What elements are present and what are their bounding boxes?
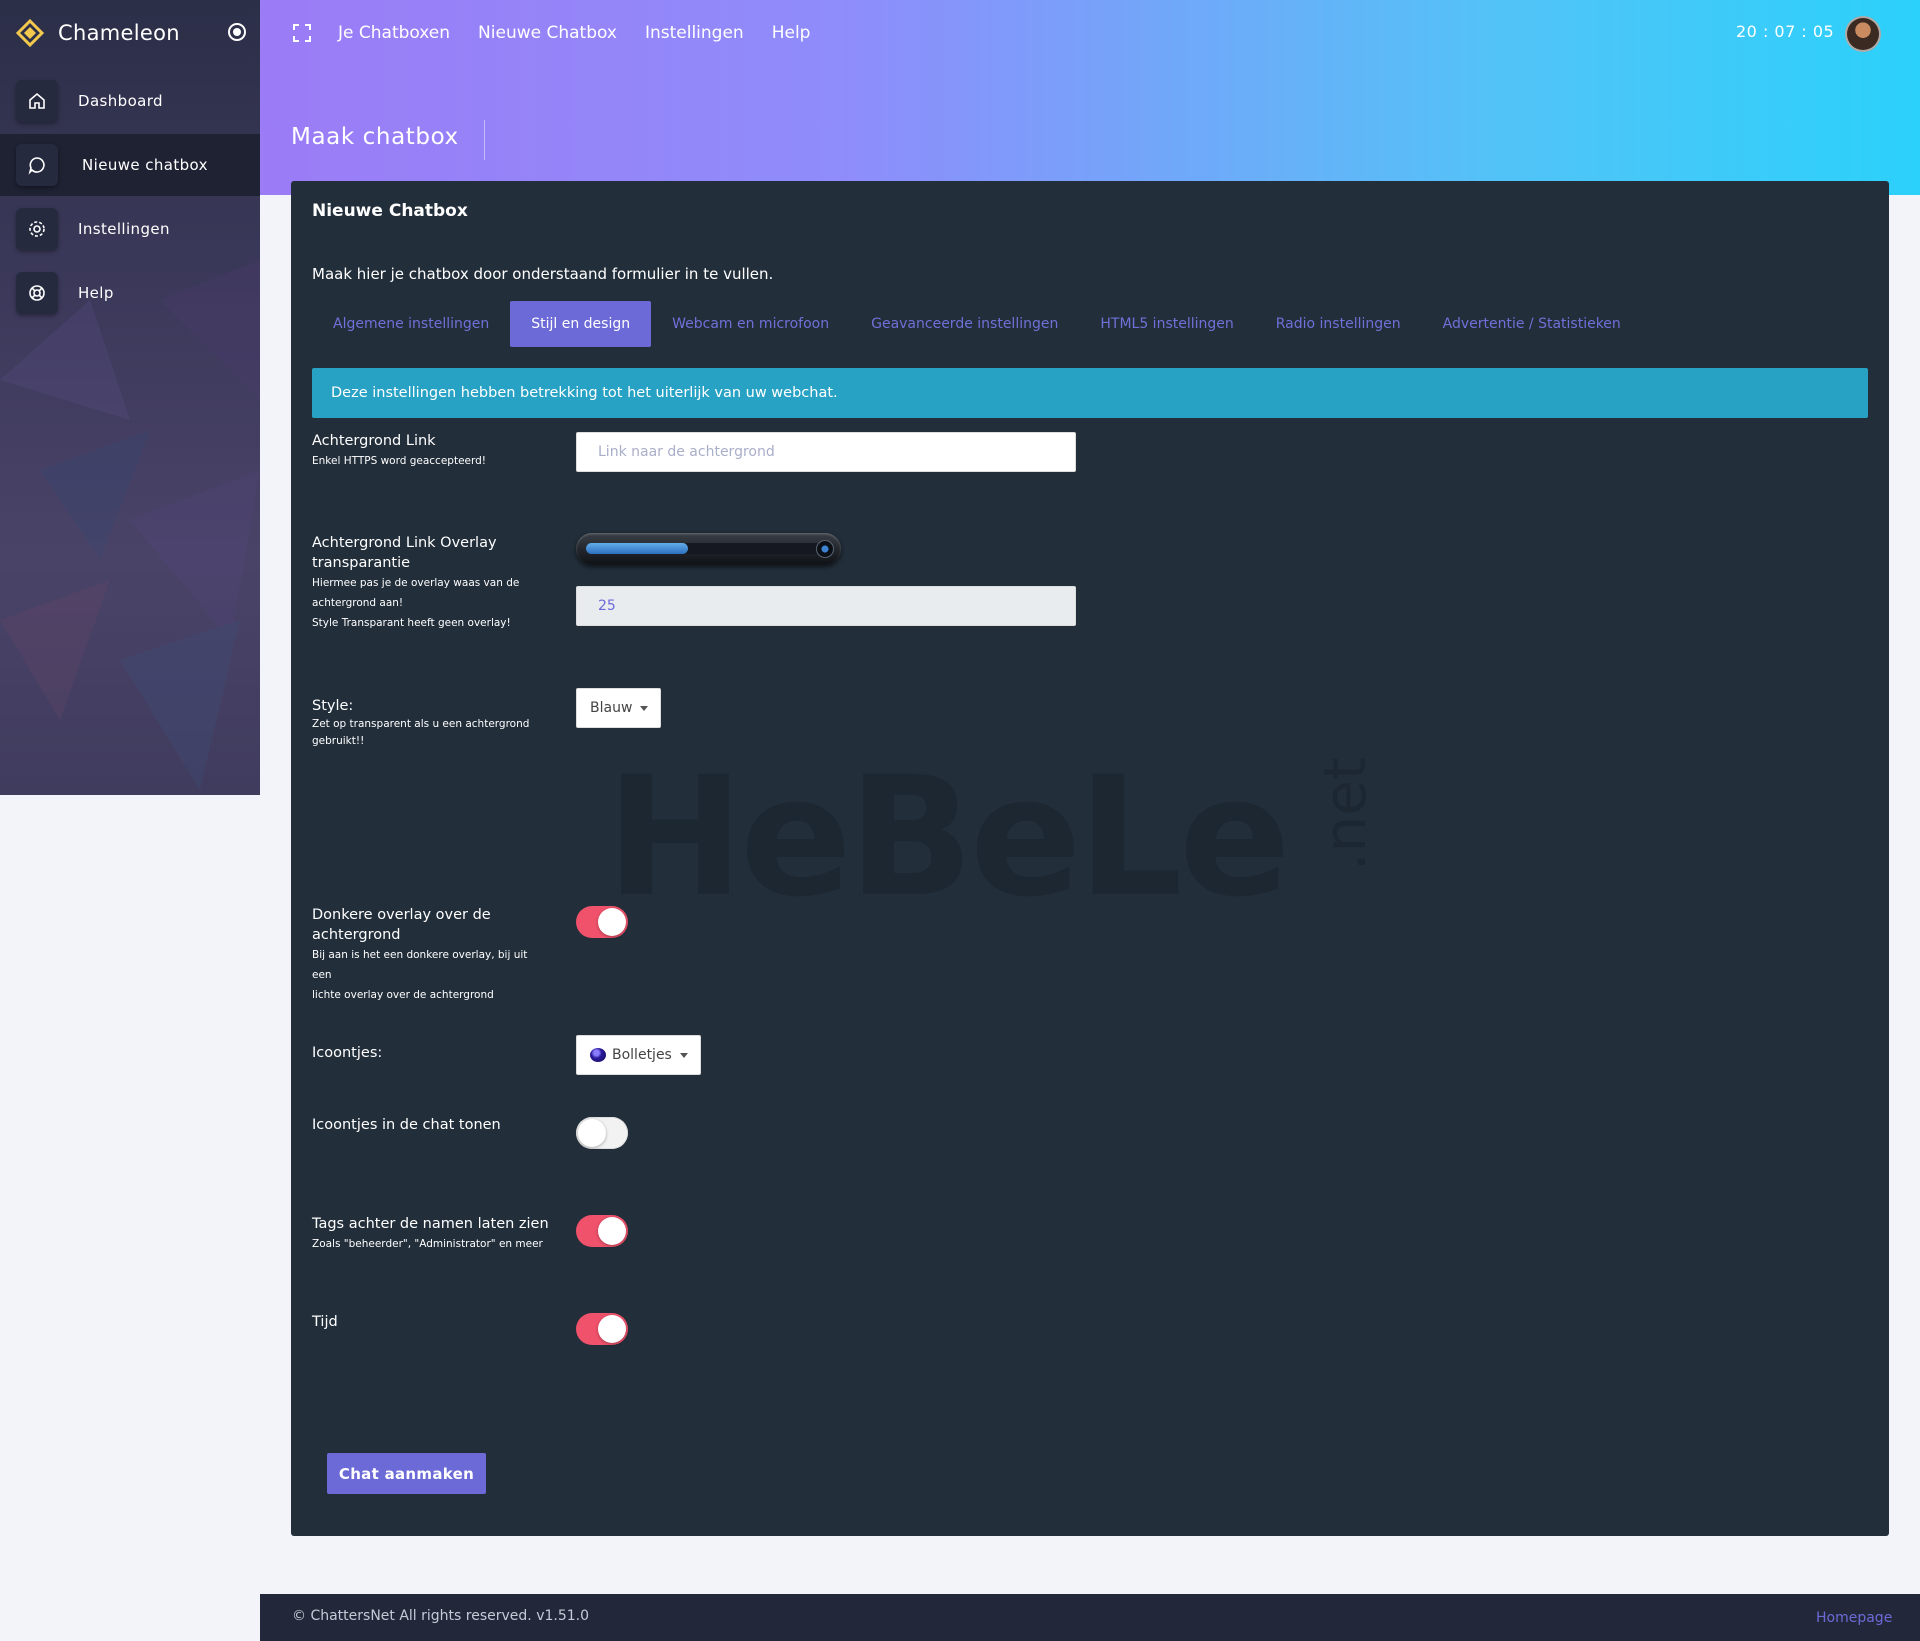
sidebar: Chameleon Dashboard Nieuwe chatbox Inste… xyxy=(0,0,260,795)
sidebar-item-label: Help xyxy=(78,284,114,302)
radio-circle-icon xyxy=(228,23,246,41)
toggle-knob xyxy=(578,1119,606,1147)
chat-icon xyxy=(16,144,58,186)
topnav-instellingen[interactable]: Instellingen xyxy=(645,23,744,43)
slider-fill xyxy=(586,543,689,554)
overlay-transparency-label-group: Achtergrond Link Overlay transparantie H… xyxy=(312,533,542,633)
icons-select-value: Bolletjes xyxy=(612,1047,672,1063)
style-select-value: Blauw xyxy=(590,700,633,716)
dark-overlay-hint-1: Bij aan is het een donkere overlay, bij … xyxy=(312,949,528,981)
tab-bar: Algemene instellingen Stijl en design We… xyxy=(312,301,1642,347)
tab-algemene-instellingen[interactable]: Algemene instellingen xyxy=(312,301,510,347)
overlay-transparency-hint-2: achtergrond aan! xyxy=(312,597,404,609)
overlay-transparency-slider[interactable] xyxy=(576,533,841,565)
sidebar-item-help[interactable]: Help xyxy=(0,262,260,324)
slider-knob[interactable] xyxy=(816,540,834,558)
chameleon-logo-icon xyxy=(14,17,46,49)
create-chat-button[interactable]: Chat aanmaken xyxy=(327,1453,486,1494)
style-label: Style: xyxy=(312,698,354,714)
tab-webcam-en-microfoon[interactable]: Webcam en microfoon xyxy=(651,301,850,347)
footer-copyright: © ChattersNet All rights reserved. v1.51… xyxy=(292,1608,590,1624)
caret-down-icon xyxy=(640,705,649,711)
background-link-hint: Enkel HTTPS word geaccepteerd! xyxy=(312,455,487,467)
clock: 20 : 07 : 05 xyxy=(1736,22,1835,41)
tab-radio-instellingen[interactable]: Radio instellingen xyxy=(1255,301,1422,347)
chatbox-form-card: Nieuwe Chatbox Maak hier je chatbox door… xyxy=(291,181,1889,1536)
footer: © ChattersNet All rights reserved. v1.51… xyxy=(260,1594,1920,1641)
brand[interactable]: Chameleon xyxy=(14,16,180,50)
overlay-transparency-label: Achtergrond Link Overlay xyxy=(312,535,497,551)
sidebar-item-label: Dashboard xyxy=(78,92,163,110)
background-link-label-group: Achtergrond Link Enkel HTTPS word geacce… xyxy=(312,431,542,471)
page-title: Maak chatbox xyxy=(291,124,459,150)
sidebar-item-instellingen[interactable]: Instellingen xyxy=(0,198,260,260)
tab-html5-instellingen[interactable]: HTML5 instellingen xyxy=(1079,301,1254,347)
sidebar-item-nieuwe-chatbox[interactable]: Nieuwe chatbox xyxy=(0,134,260,196)
sidebar-toggle-button[interactable] xyxy=(222,17,252,47)
avatar[interactable] xyxy=(1845,16,1881,52)
home-icon xyxy=(16,80,58,122)
toggle-knob xyxy=(598,908,626,936)
topnav-nieuwe-chatbox[interactable]: Nieuwe Chatbox xyxy=(478,23,617,43)
info-alert: Deze instellingen hebben betrekking tot … xyxy=(312,368,1868,418)
sidebar-item-label: Nieuwe chatbox xyxy=(82,156,208,174)
tab-stijl-en-design[interactable]: Stijl en design xyxy=(510,301,652,347)
tags-label: Tags achter de namen laten zien xyxy=(312,1216,549,1232)
tab-advertentie-statistieken[interactable]: Advertentie / Statistieken xyxy=(1422,301,1642,347)
fullscreen-icon[interactable] xyxy=(290,21,314,45)
style-select[interactable]: Blauw xyxy=(576,688,662,728)
brand-name: Chameleon xyxy=(58,21,180,45)
topnav-je-chatboxen[interactable]: Je Chatboxen xyxy=(338,23,450,43)
title-divider xyxy=(484,120,485,160)
tags-toggle[interactable] xyxy=(576,1215,628,1247)
icons-select[interactable]: Bolletjes xyxy=(576,1035,701,1075)
overlay-transparency-hint-1: Hiermee pas je de overlay waas van de xyxy=(312,577,520,589)
time-toggle[interactable] xyxy=(576,1313,628,1345)
card-description: Maak hier je chatbox door onderstaand fo… xyxy=(312,265,774,283)
style-label-group: Style: Zet op transparent als u een acht… xyxy=(312,696,542,750)
icons-in-chat-label: Icoontjes in de chat tonen xyxy=(312,1117,501,1133)
footer-homepage-link[interactable]: Homepage xyxy=(1816,1610,1892,1626)
background-link-input[interactable]: Link naar de achtergrond xyxy=(576,432,1076,472)
style-hint-1: Zet op transparent als u een achtergrond xyxy=(312,718,530,730)
tags-label-group: Tags achter de namen laten zien Zoals "b… xyxy=(312,1214,572,1254)
dark-overlay-hint-2: lichte overlay over de achtergrond xyxy=(312,989,494,1001)
lifebuoy-icon xyxy=(16,272,58,314)
caret-down-icon xyxy=(679,1052,688,1058)
dark-overlay-label: Donkere overlay over de xyxy=(312,907,491,923)
overlay-transparency-value-input[interactable]: 25 xyxy=(576,586,1076,626)
dark-overlay-toggle[interactable] xyxy=(576,906,628,938)
gem-icon xyxy=(590,1048,606,1062)
sidebar-item-dashboard[interactable]: Dashboard xyxy=(0,70,260,132)
topnav-help[interactable]: Help xyxy=(772,23,811,43)
style-hint-2: gebruikt!! xyxy=(312,735,365,747)
overlay-transparency-hint-3: Style Transparant heeft geen overlay! xyxy=(312,617,511,629)
watermark-suffix: .net xyxy=(1311,757,1379,871)
background-link-label: Achtergrond Link xyxy=(312,433,436,449)
sidebar-item-label: Instellingen xyxy=(78,220,170,238)
top-navigation: Je Chatboxen Nieuwe Chatbox Instellingen… xyxy=(290,18,838,48)
toggle-knob xyxy=(598,1315,626,1343)
slider-track xyxy=(586,543,830,554)
dark-overlay-label-group: Donkere overlay over de achtergrond Bij … xyxy=(312,905,542,1005)
tags-hint: Zoals "beheerder", "Administrator" en me… xyxy=(312,1238,543,1250)
watermark-logo: HeBeLe xyxy=(606,741,1291,933)
icons-label: Icoontjes: xyxy=(312,1045,383,1061)
card-title: Nieuwe Chatbox xyxy=(312,201,468,221)
icons-in-chat-toggle[interactable] xyxy=(576,1117,628,1149)
overlay-transparency-label-2: transparantie xyxy=(312,555,411,571)
gear-icon xyxy=(16,208,58,250)
tab-geavanceerde-instellingen[interactable]: Geavanceerde instellingen xyxy=(850,301,1079,347)
toggle-knob xyxy=(598,1217,626,1245)
dark-overlay-label-2: achtergrond xyxy=(312,927,401,943)
time-label: Tijd xyxy=(312,1314,338,1330)
